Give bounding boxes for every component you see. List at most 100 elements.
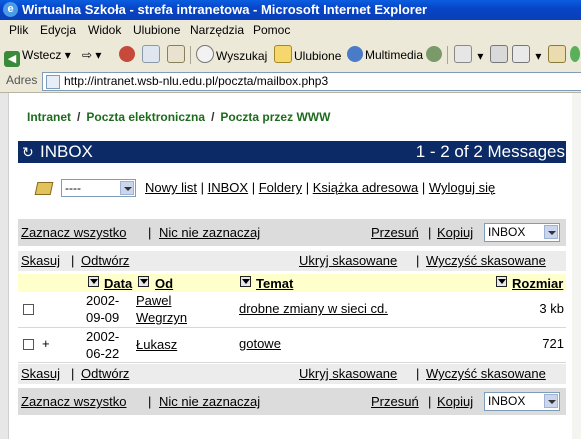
table-row[interactable]: + 2002- 06-22 Łukasz gotowe 721 (18, 328, 566, 363)
message-count: 1 - 2 of 2 Messages (415, 142, 565, 161)
sort-date-icon[interactable] (88, 276, 99, 287)
menu-plik[interactable]: Plik (9, 23, 28, 37)
inbox-link[interactable]: INBOX (208, 180, 248, 195)
menu-pomoc[interactable]: Pomoc (253, 23, 290, 37)
column-subject[interactable]: Temat (256, 276, 293, 291)
chevron-down-icon: ▾ (535, 49, 542, 63)
chevron-down-icon[interactable] (544, 225, 558, 239)
refresh-button[interactable] (142, 45, 162, 65)
address-input[interactable]: http://intranet.wsb-nlu.edu.pl/poczta/ma… (42, 72, 581, 91)
chevron-down-icon[interactable] (120, 181, 134, 195)
address-url: http://intranet.wsb-nlu.edu.pl/poczta/ma… (64, 74, 329, 88)
action-bar-top: Skasuj | Odtwórz Ukryj skasowane | Wyczy… (18, 251, 566, 271)
stop-button[interactable] (119, 45, 137, 65)
from-line[interactable]: Łukasz (136, 336, 177, 353)
message-checkbox[interactable] (23, 339, 34, 350)
select-none-link[interactable]: Nic nie zaznaczaj (159, 225, 260, 240)
vertical-scrollbar[interactable] (572, 93, 581, 439)
sort-from-icon[interactable] (138, 276, 149, 287)
stop-icon (119, 46, 135, 62)
column-from[interactable]: Od (155, 276, 173, 291)
new-message-link[interactable]: Nowy list (145, 180, 197, 195)
multimedia-icon (347, 46, 363, 62)
target-folder-value: INBOX (488, 394, 526, 408)
back-button[interactable]: ◀ Wstecz ▾ (4, 45, 71, 67)
browser-toolbar: ◀ Wstecz ▾ ⇨ ▾ Wyszukaj Ulubione Multimed… (0, 41, 581, 71)
chevron-down-icon[interactable] (544, 394, 558, 408)
select-all-link[interactable]: Zaznacz wszystko (21, 225, 126, 240)
logout-link[interactable]: Wyloguj się (429, 180, 495, 195)
forward-button[interactable]: ⇨ ▾ (82, 45, 101, 65)
home-button[interactable] (167, 45, 187, 65)
move-link[interactable]: Przesuń (371, 225, 419, 240)
multimedia-button[interactable]: Multimedia (347, 45, 423, 65)
message-from[interactable]: Łukasz (136, 336, 177, 353)
message-subject-link[interactable]: gotowe (239, 336, 281, 351)
print-button[interactable] (490, 45, 510, 65)
folders-link[interactable]: Foldery (259, 180, 302, 195)
menu-narzedzia[interactable]: Narzędzia (190, 23, 244, 37)
column-date[interactable]: Data (104, 276, 132, 291)
message-checkbox[interactable] (23, 304, 34, 315)
breadcrumb-poczta-www[interactable]: Poczta przez WWW (220, 110, 330, 124)
messenger-button[interactable] (570, 45, 581, 65)
table-row[interactable]: 2002- 09-09 Pawel Wegrzyn drobne zmiany … (18, 292, 566, 328)
history-button[interactable] (426, 45, 444, 65)
move-link[interactable]: Przesuń (371, 394, 419, 409)
chevron-down-icon: ▾ (477, 49, 484, 63)
menu-widok[interactable]: Widok (88, 23, 121, 37)
breadcrumb-intranet[interactable]: Intranet (27, 110, 71, 124)
message-from[interactable]: Pawel Wegrzyn (136, 292, 187, 326)
breadcrumb: Intranet / Poczta elektroniczna / Poczta prz… (27, 110, 331, 124)
menu-ulubione[interactable]: Ulubione (133, 23, 180, 37)
favorites-button[interactable]: Ulubione (274, 45, 341, 65)
refresh-folder-icon[interactable]: ↻ (22, 144, 34, 161)
from-line[interactable]: Wegrzyn (136, 309, 187, 326)
expunge-link[interactable]: Wyczyść skasowane (426, 253, 546, 268)
favorites-icon (274, 45, 292, 63)
hide-deleted-link[interactable]: Ukryj skasowane (299, 253, 397, 268)
home-icon (167, 45, 185, 63)
expunge-link[interactable]: Wyczyść skasowane (426, 366, 546, 381)
copy-link[interactable]: Kopiuj (437, 394, 473, 409)
search-button[interactable]: Wyszukaj (196, 45, 267, 65)
folder-select-value: ---- (65, 181, 81, 195)
menu-edycja[interactable]: Edycja (40, 23, 76, 37)
copy-link[interactable]: Kopiuj (437, 225, 473, 240)
multimedia-label: Multimedia (365, 48, 424, 62)
left-frame-edge (0, 93, 9, 439)
date-line: 2002- (86, 329, 120, 344)
inbox-title: INBOX (40, 142, 93, 161)
delete-link[interactable]: Skasuj (21, 366, 60, 381)
delete-link[interactable]: Skasuj (21, 253, 60, 268)
favorites-label: Ulubione (294, 49, 342, 63)
target-folder-select[interactable]: INBOX (484, 392, 560, 411)
discuss-icon (548, 45, 566, 63)
sort-subject-icon[interactable] (240, 276, 251, 287)
folder-icon (34, 182, 54, 195)
edit-button[interactable]: ▾ (512, 45, 541, 65)
message-subject-link[interactable]: drobne zmiany w sieci cd. (239, 301, 388, 316)
action-bar-bottom: Skasuj | Odtwórz Ukryj skasowane | Wyczy… (18, 364, 566, 384)
select-all-link[interactable]: Zaznacz wszystko (21, 394, 126, 409)
date-line: 09-09 (86, 310, 120, 325)
mail-button[interactable]: ▾ (454, 45, 483, 65)
history-icon (426, 46, 442, 62)
target-folder-select[interactable]: INBOX (484, 223, 560, 242)
address-book-link[interactable]: Książka adresowa (313, 180, 419, 195)
message-date: 2002- 06-22 (86, 328, 130, 362)
chevron-down-icon: ▾ (64, 48, 71, 62)
sort-size-icon[interactable] (496, 276, 507, 287)
undelete-link[interactable]: Odtwórz (81, 253, 129, 268)
discuss-button[interactable] (548, 45, 568, 65)
undelete-link[interactable]: Odtwórz (81, 366, 129, 381)
breadcrumb-poczta-elektroniczna[interactable]: Poczta elektroniczna (86, 110, 205, 124)
from-line[interactable]: Pawel (136, 292, 187, 309)
hide-deleted-link[interactable]: Ukryj skasowane (299, 366, 397, 381)
message-list-header: Data Od Temat Rozmiar (18, 274, 566, 292)
inbox-header: ↻ INBOX 1 - 2 of 2 Messages (18, 141, 566, 163)
column-size[interactable]: Rozmiar (512, 276, 563, 291)
print-icon (490, 45, 508, 63)
folder-select[interactable]: ---- (61, 179, 136, 197)
select-none-link[interactable]: Nic nie zaznaczaj (159, 394, 260, 409)
